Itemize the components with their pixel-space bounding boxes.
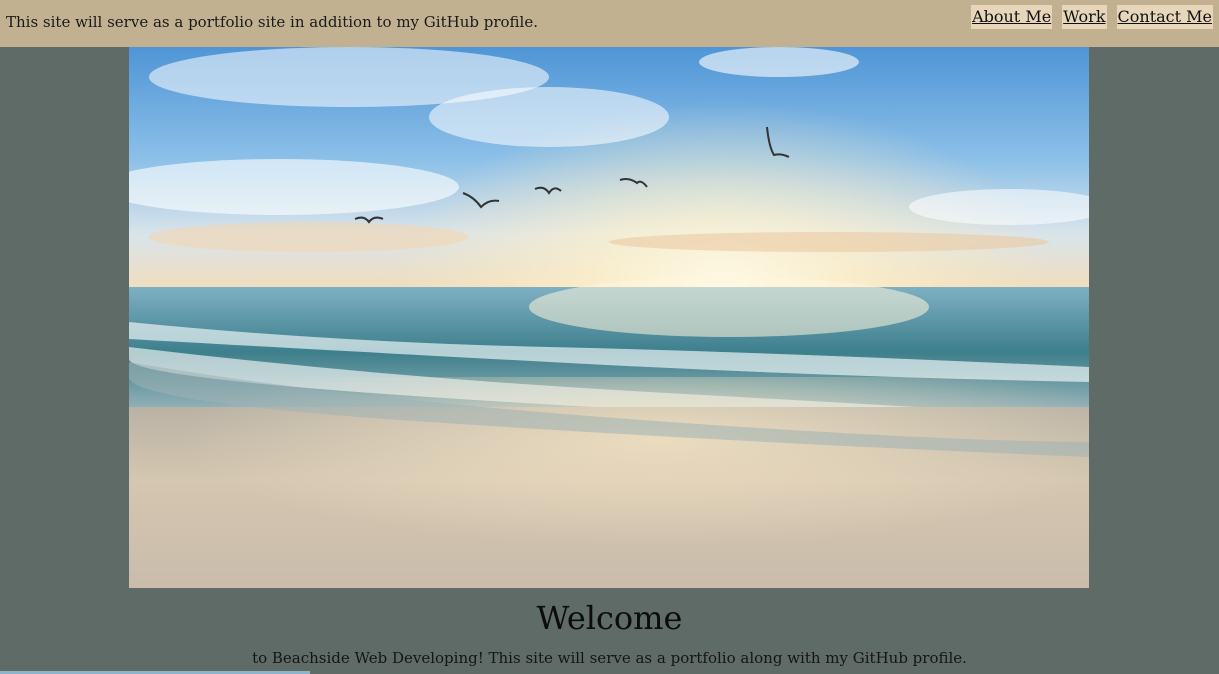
site-tagline: This site will serve as a portfolio site… [6, 13, 538, 31]
nav-work-link[interactable]: Work [1062, 5, 1107, 29]
welcome-heading: Welcome [536, 599, 683, 637]
nav-contact-me-link[interactable]: Contact Me [1116, 5, 1213, 29]
top-header-bar: This site will serve as a portfolio site… [0, 0, 1219, 47]
hero-beach-image [129, 47, 1089, 588]
main-nav: About Me Work Contact Me [971, 5, 1213, 29]
welcome-subtitle: to Beachside Web Developing! This site w… [252, 649, 967, 667]
nav-about-me-link[interactable]: About Me [971, 5, 1053, 29]
beach-sunset-illustration [129, 47, 1089, 588]
